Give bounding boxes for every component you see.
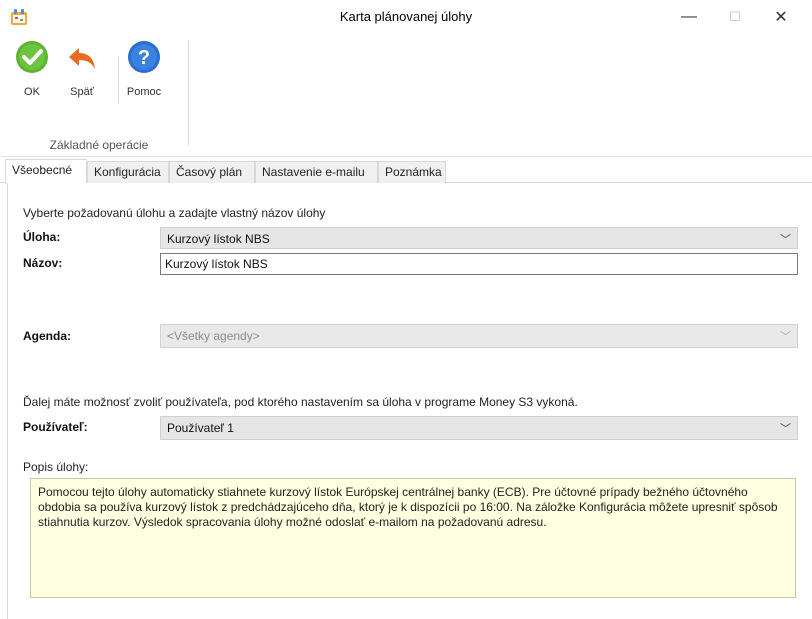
task-label: Úloha: — [23, 230, 61, 244]
ok-button[interactable]: OK — [12, 40, 52, 98]
ribbon-group-label: Základné operácie — [49, 138, 149, 152]
agenda-select-value: <Všetky agendy> — [167, 329, 260, 343]
tab-nastavenie-emailu[interactable]: Nastavenie e-mailu — [255, 161, 378, 183]
back-button-label: Späť — [70, 86, 94, 98]
user-intro-text: Ďalej máte možnosť zvoliť používateľa, p… — [23, 395, 578, 409]
user-label: Používateľ: — [23, 420, 88, 434]
agenda-label: Agenda: — [23, 329, 71, 343]
description-textarea[interactable]: Pomocou tejto úlohy automaticky stiahnet… — [30, 478, 796, 598]
app-icon — [11, 9, 27, 25]
tab-vseobecne[interactable]: Všeobecné — [5, 159, 87, 184]
name-input[interactable]: Kurzový lístok NBS — [160, 253, 798, 275]
svg-text:?: ? — [138, 47, 150, 69]
help-button[interactable]: ? Pomoc — [116, 40, 172, 98]
task-select-value: Kurzový lístok NBS — [167, 232, 270, 246]
help-button-label: Pomoc — [126, 86, 162, 98]
minimize-button[interactable]: — — [666, 0, 712, 34]
maximize-button[interactable]: ☐ — [712, 0, 758, 34]
tab-poznamka[interactable]: Poznámka — [378, 161, 446, 183]
tab-konfiguracia[interactable]: Konfigurácia — [87, 161, 169, 183]
description-label: Popis úlohy: — [23, 460, 89, 474]
ok-button-label: OK — [24, 86, 40, 98]
tab-casovy-plan[interactable]: Časový plán — [169, 161, 255, 183]
check-icon — [16, 41, 48, 73]
close-button[interactable]: ✕ — [758, 0, 804, 34]
user-select-value: Používateľ 1 — [167, 421, 234, 435]
task-intro-text: Vyberte požadovanú úlohu a zadajte vlast… — [23, 206, 326, 220]
group-separator — [188, 40, 189, 146]
undo-arrow-icon — [69, 48, 95, 69]
chevron-down-icon: ﹀ — [780, 423, 791, 435]
title-bar: Karta plánovanej úlohy — ☐ ✕ — [0, 0, 812, 34]
chevron-down-icon: ﹀ — [780, 234, 791, 246]
chevron-down-icon: ﹀ — [780, 331, 791, 343]
user-select[interactable]: Používateľ 1 ﹀ — [160, 416, 798, 440]
help-icon: ? — [128, 41, 160, 73]
tab-content-vseobecne: Vyberte požadovanú úlohu a zadajte vlast… — [7, 183, 812, 619]
agenda-select: <Všetky agendy> ﹀ — [160, 324, 798, 348]
task-select[interactable]: Kurzový lístok NBS ﹀ — [160, 227, 798, 249]
name-label: Názov: — [23, 256, 63, 270]
back-button[interactable]: Späť — [60, 40, 104, 98]
ribbon-toolbar: OK Späť ? Pomoc Základné operácie — [0, 34, 812, 157]
tab-strip: Konfigurácia Časový plán Nastavenie e-ma… — [0, 159, 812, 184]
